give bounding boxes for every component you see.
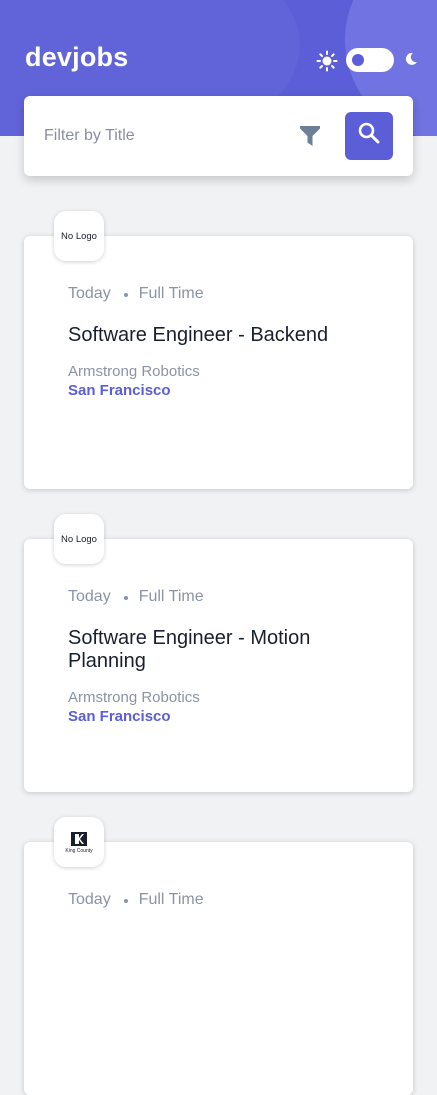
theme-switcher (316, 48, 420, 72)
sun-icon (316, 50, 338, 72)
moon-icon (405, 52, 417, 65)
no-logo-text: No Logo (61, 230, 97, 242)
job-card[interactable]: No Logo Today Full Time Software Enginee… (24, 514, 413, 792)
title-filter-input[interactable] (44, 124, 284, 148)
theme-toggle[interactable] (346, 48, 394, 72)
company-logo: No Logo (54, 514, 104, 564)
job-title[interactable]: Software Engineer - Backend (68, 324, 388, 347)
separator-dot (123, 899, 128, 903)
separator-dot (123, 293, 128, 297)
separator-dot (123, 596, 128, 600)
contract-type: Full Time (138, 285, 204, 302)
company-logo-text: King County (65, 847, 93, 854)
company-logo: No Logo (54, 211, 104, 261)
no-logo-text: No Logo (61, 533, 97, 545)
job-location: San Francisco (68, 708, 171, 725)
contract-type: Full Time (138, 588, 204, 605)
job-card[interactable]: No Logo Today Full Time Software Enginee… (24, 211, 413, 489)
contract-type: Full Time (138, 891, 204, 908)
search-icon (358, 122, 380, 144)
posted-time: Today (68, 891, 111, 908)
filter-icon[interactable] (300, 126, 320, 146)
job-location: San Francisco (68, 382, 171, 399)
job-title[interactable]: Software Engineer - Motion Planning (68, 627, 388, 673)
posted-time: Today (68, 285, 111, 302)
posted-time: Today (68, 588, 111, 605)
king-county-logo-icon (71, 831, 87, 846)
company-logo: King County (54, 817, 104, 867)
search-button[interactable] (345, 112, 393, 160)
job-meta: Today Full Time (68, 891, 204, 909)
job-meta: Today Full Time (68, 285, 204, 303)
company-name: Armstrong Robotics (68, 689, 200, 706)
job-meta: Today Full Time (68, 588, 204, 606)
job-card[interactable]: King County Today Full Time (24, 817, 413, 1095)
app-logo[interactable]: devjobs (25, 42, 128, 73)
company-name: Armstrong Robotics (68, 363, 200, 380)
search-bar (24, 96, 413, 176)
toggle-knob (352, 54, 364, 66)
